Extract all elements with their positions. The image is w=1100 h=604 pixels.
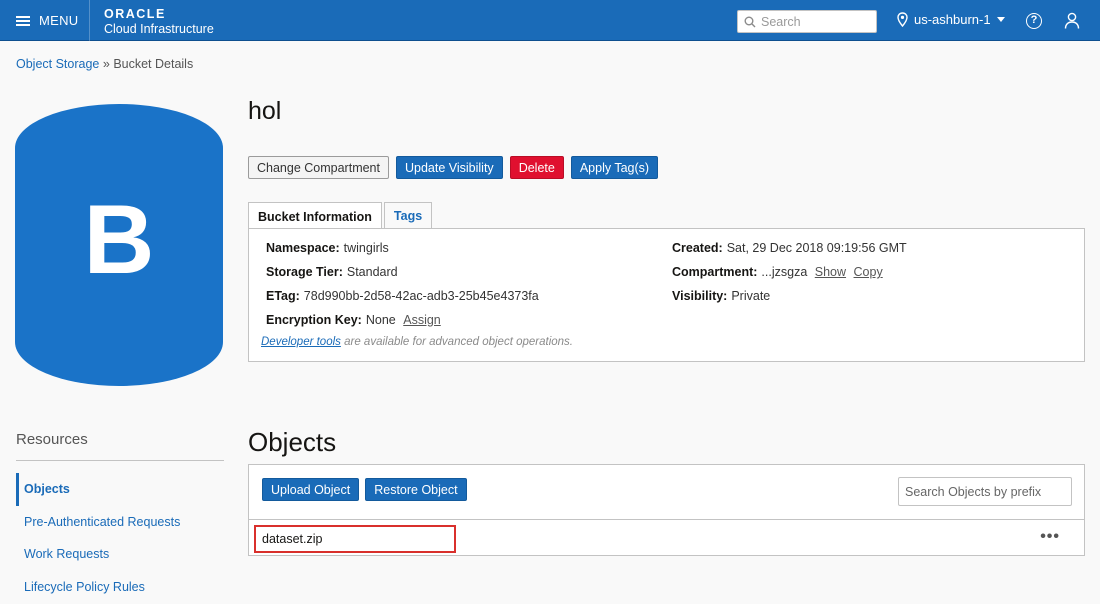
developer-tools-note: Developer tools are available for advanc… xyxy=(261,336,573,348)
bucket-name-title: hol xyxy=(248,97,282,125)
created-field: Created: Sat, 29 Dec 2018 09:19:56 GMT xyxy=(672,241,907,255)
encryption-key-value: None xyxy=(365,313,396,327)
table-row: dataset.zip ••• xyxy=(249,519,1084,556)
brand-subtitle: Cloud Infrastructure xyxy=(104,21,214,36)
visibility-value: Private xyxy=(731,289,771,303)
objects-actions: Upload Object Restore Object xyxy=(262,478,467,501)
top-navigation-bar: MENU ORACLE Cloud Infrastructure us-ashb… xyxy=(0,0,1100,41)
etag-value: 78d990bb-2d58-42ac-adb3-25b45e4373fa xyxy=(303,289,539,303)
change-compartment-button[interactable]: Change Compartment xyxy=(248,156,389,179)
object-name-dataset-zip[interactable]: dataset.zip xyxy=(254,525,456,553)
breadcrumb: Object Storage » Bucket Details xyxy=(16,57,193,71)
oracle-logo[interactable]: ORACLE Cloud Infrastructure xyxy=(104,8,214,35)
visibility-field: Visibility: Private xyxy=(672,289,771,303)
resources-heading: Resources xyxy=(16,431,88,448)
global-search[interactable] xyxy=(737,10,877,33)
search-icon xyxy=(744,16,756,27)
bucket-actions: Change Compartment Update Visibility Del… xyxy=(248,156,659,179)
storage-tier-field: Storage Tier: Standard xyxy=(266,265,398,279)
show-compartment-link[interactable]: Show xyxy=(815,265,846,279)
brand-name: ORACLE xyxy=(104,7,166,21)
objects-search-input[interactable] xyxy=(898,477,1072,506)
developer-tools-text: are available for advanced object operat… xyxy=(344,336,573,348)
restore-object-button[interactable]: Restore Object xyxy=(365,478,467,501)
compartment-value: ...jzsgza xyxy=(761,265,808,279)
upload-object-button[interactable]: Upload Object xyxy=(262,478,360,501)
objects-heading: Objects xyxy=(248,427,337,457)
more-actions-icon[interactable]: ••• xyxy=(1040,528,1060,546)
menu-button[interactable]: MENU xyxy=(0,0,90,41)
resource-item-pre-authenticated-requests[interactable]: Pre-Authenticated Requests xyxy=(16,506,224,539)
objects-panel: Upload Object Restore Object dataset.zip… xyxy=(248,464,1085,556)
breadcrumb-object-storage-link[interactable]: Object Storage xyxy=(16,57,99,71)
resource-item-work-requests[interactable]: Work Requests xyxy=(16,538,224,571)
bucket-information-panel: Namespace: twingirls Storage Tier: Standar… xyxy=(248,228,1085,362)
chevron-down-icon xyxy=(996,17,1005,22)
tab-tags[interactable]: Tags xyxy=(383,202,433,229)
encryption-key-field: Encryption Key: None Assign xyxy=(266,313,441,327)
resource-item-lifecycle-policy-rules[interactable]: Lifecycle Policy Rules xyxy=(16,571,224,604)
etag-field: ETag: 78d990bb-2d58-42ac-adb3-25b45e4373f… xyxy=(266,289,539,303)
compartment-field: Compartment: ...jzsgza Show Copy xyxy=(672,265,883,279)
breadcrumb-separator: » xyxy=(102,57,110,71)
namespace-field: Namespace: twingirls xyxy=(266,241,389,255)
hamburger-icon xyxy=(16,15,30,26)
user-icon[interactable] xyxy=(1064,12,1080,29)
copy-compartment-link[interactable]: Copy xyxy=(854,265,883,279)
bucket-tabs: Bucket Information Tags xyxy=(248,202,434,230)
location-pin-icon xyxy=(897,12,908,27)
tab-bucket-information[interactable]: Bucket Information xyxy=(248,202,382,230)
resources-menu: Objects Pre-Authenticated Requests Work … xyxy=(16,473,224,603)
help-icon[interactable]: ? xyxy=(1026,13,1042,29)
region-label: us-ashburn-1 xyxy=(914,12,991,27)
region-selector[interactable]: us-ashburn-1 xyxy=(897,12,1005,27)
update-visibility-button[interactable]: Update Visibility xyxy=(395,156,503,179)
resources-divider xyxy=(16,460,224,461)
namespace-value: twingirls xyxy=(343,241,389,255)
storage-tier-value: Standard xyxy=(346,265,398,279)
developer-tools-link[interactable]: Developer tools xyxy=(261,336,341,348)
delete-button[interactable]: Delete xyxy=(509,156,564,179)
assign-encryption-key-link[interactable]: Assign xyxy=(403,313,441,327)
menu-label: MENU xyxy=(39,13,79,28)
resource-item-objects[interactable]: Objects xyxy=(16,473,224,506)
apply-tags-button[interactable]: Apply Tag(s) xyxy=(570,156,659,179)
breadcrumb-current: Bucket Details xyxy=(113,57,194,71)
search-input[interactable] xyxy=(761,14,871,29)
created-value: Sat, 29 Dec 2018 09:19:56 GMT xyxy=(726,241,907,255)
bucket-icon-letter: B xyxy=(83,184,155,294)
